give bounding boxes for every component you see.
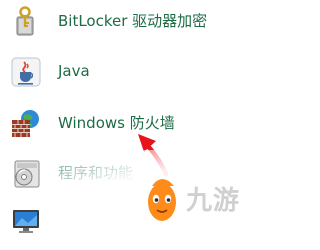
watermark-text: 九游 — [186, 186, 241, 216]
control-panel-item-bitlocker[interactable]: BitLocker 驱动器加密 — [0, 2, 255, 42]
display-monitor-icon — [13, 210, 39, 233]
control-panel-item-windows-firewall[interactable]: Windows 防火墙 — [0, 104, 255, 144]
control-panel-item-label: Windows 防火墙 — [58, 114, 175, 132]
control-panel-item-label: 程序和功能 — [58, 164, 134, 182]
control-panel-item-java[interactable]: Java — [0, 52, 255, 92]
java-cup-icon — [11, 57, 41, 87]
control-panel-item-label: Java — [58, 62, 90, 80]
programs-disc-icon — [14, 160, 40, 188]
firewall-brick-globe-icon — [12, 110, 39, 137]
control-panel-item-label: BitLocker 驱动器加密 — [58, 12, 208, 30]
bitlocker-key-icon — [16, 6, 34, 36]
